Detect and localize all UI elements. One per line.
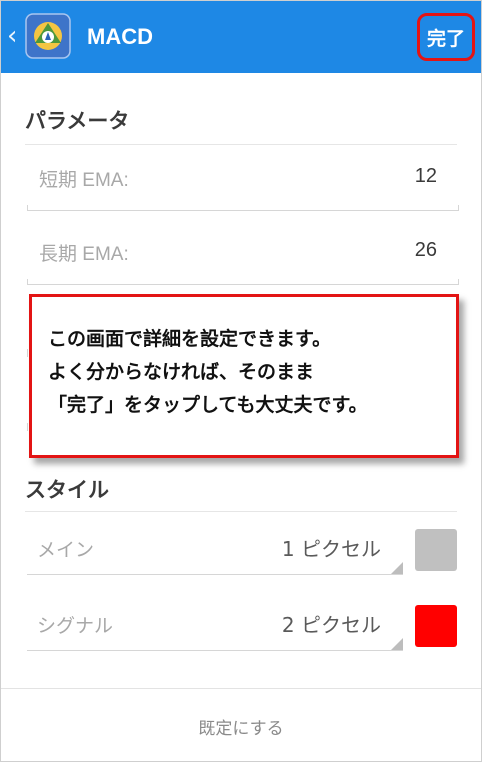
done-button[interactable]: 完了 xyxy=(417,13,475,61)
callout-line: よく分からなければ、そのまま xyxy=(48,361,315,383)
long-ema-field[interactable]: 長期 EMA: 26 xyxy=(27,225,459,285)
style-heading: スタイル xyxy=(25,478,109,502)
signal-line-label: シグナル xyxy=(37,615,114,637)
short-ema-field[interactable]: 短期 EMA: 12 xyxy=(27,151,459,211)
short-ema-value[interactable]: 12 xyxy=(415,165,437,188)
main-line-style-row[interactable]: メイン 1 ピクセル xyxy=(27,521,459,579)
dropdown-corner-icon xyxy=(391,562,403,574)
parameters-heading: パラメータ xyxy=(25,109,130,133)
obscured-field-edge xyxy=(27,349,28,357)
callout-line: 「完了」をタップしても大丈夫です。 xyxy=(48,394,368,416)
section-divider xyxy=(25,511,457,512)
width-spinner-underline xyxy=(27,650,403,651)
footer-divider xyxy=(1,688,481,689)
section-divider xyxy=(25,144,457,145)
chevron-left-icon[interactable]: ‹ xyxy=(7,23,17,49)
signal-line-style-row[interactable]: シグナル 2 ピクセル xyxy=(27,597,459,655)
main-line-width-value[interactable]: 1 ピクセル xyxy=(282,533,381,562)
main-line-label: メイン xyxy=(37,539,95,561)
page-title: MACD xyxy=(87,24,153,49)
dropdown-corner-icon xyxy=(391,638,403,650)
obscured-field-edge xyxy=(27,423,28,431)
app-header: ‹ MACD 完了 xyxy=(1,1,481,73)
instruction-callout: この画面で詳細を設定できます。 よく分からなければ、そのまま 「完了」をタップし… xyxy=(29,294,459,458)
long-ema-label: 長期 EMA: xyxy=(39,244,129,265)
field-underline xyxy=(27,279,459,285)
long-ema-value[interactable]: 26 xyxy=(415,239,437,262)
main-line-color-swatch[interactable] xyxy=(415,529,457,571)
metatrader-logo-icon[interactable] xyxy=(25,13,71,59)
indicator-settings-screen: ‹ MACD 完了 パラメータ 短期 EMA: 12 長期 EMA: 26 スタ… xyxy=(0,0,482,762)
field-underline xyxy=(27,205,459,211)
short-ema-label: 短期 EMA: xyxy=(39,170,129,191)
signal-line-width-value[interactable]: 2 ピクセル xyxy=(282,609,381,638)
signal-line-color-swatch[interactable] xyxy=(415,605,457,647)
reset-defaults-button[interactable]: 既定にする xyxy=(1,691,481,761)
callout-line: この画面で詳細を設定できます。 xyxy=(48,328,332,350)
width-spinner-underline xyxy=(27,574,403,575)
